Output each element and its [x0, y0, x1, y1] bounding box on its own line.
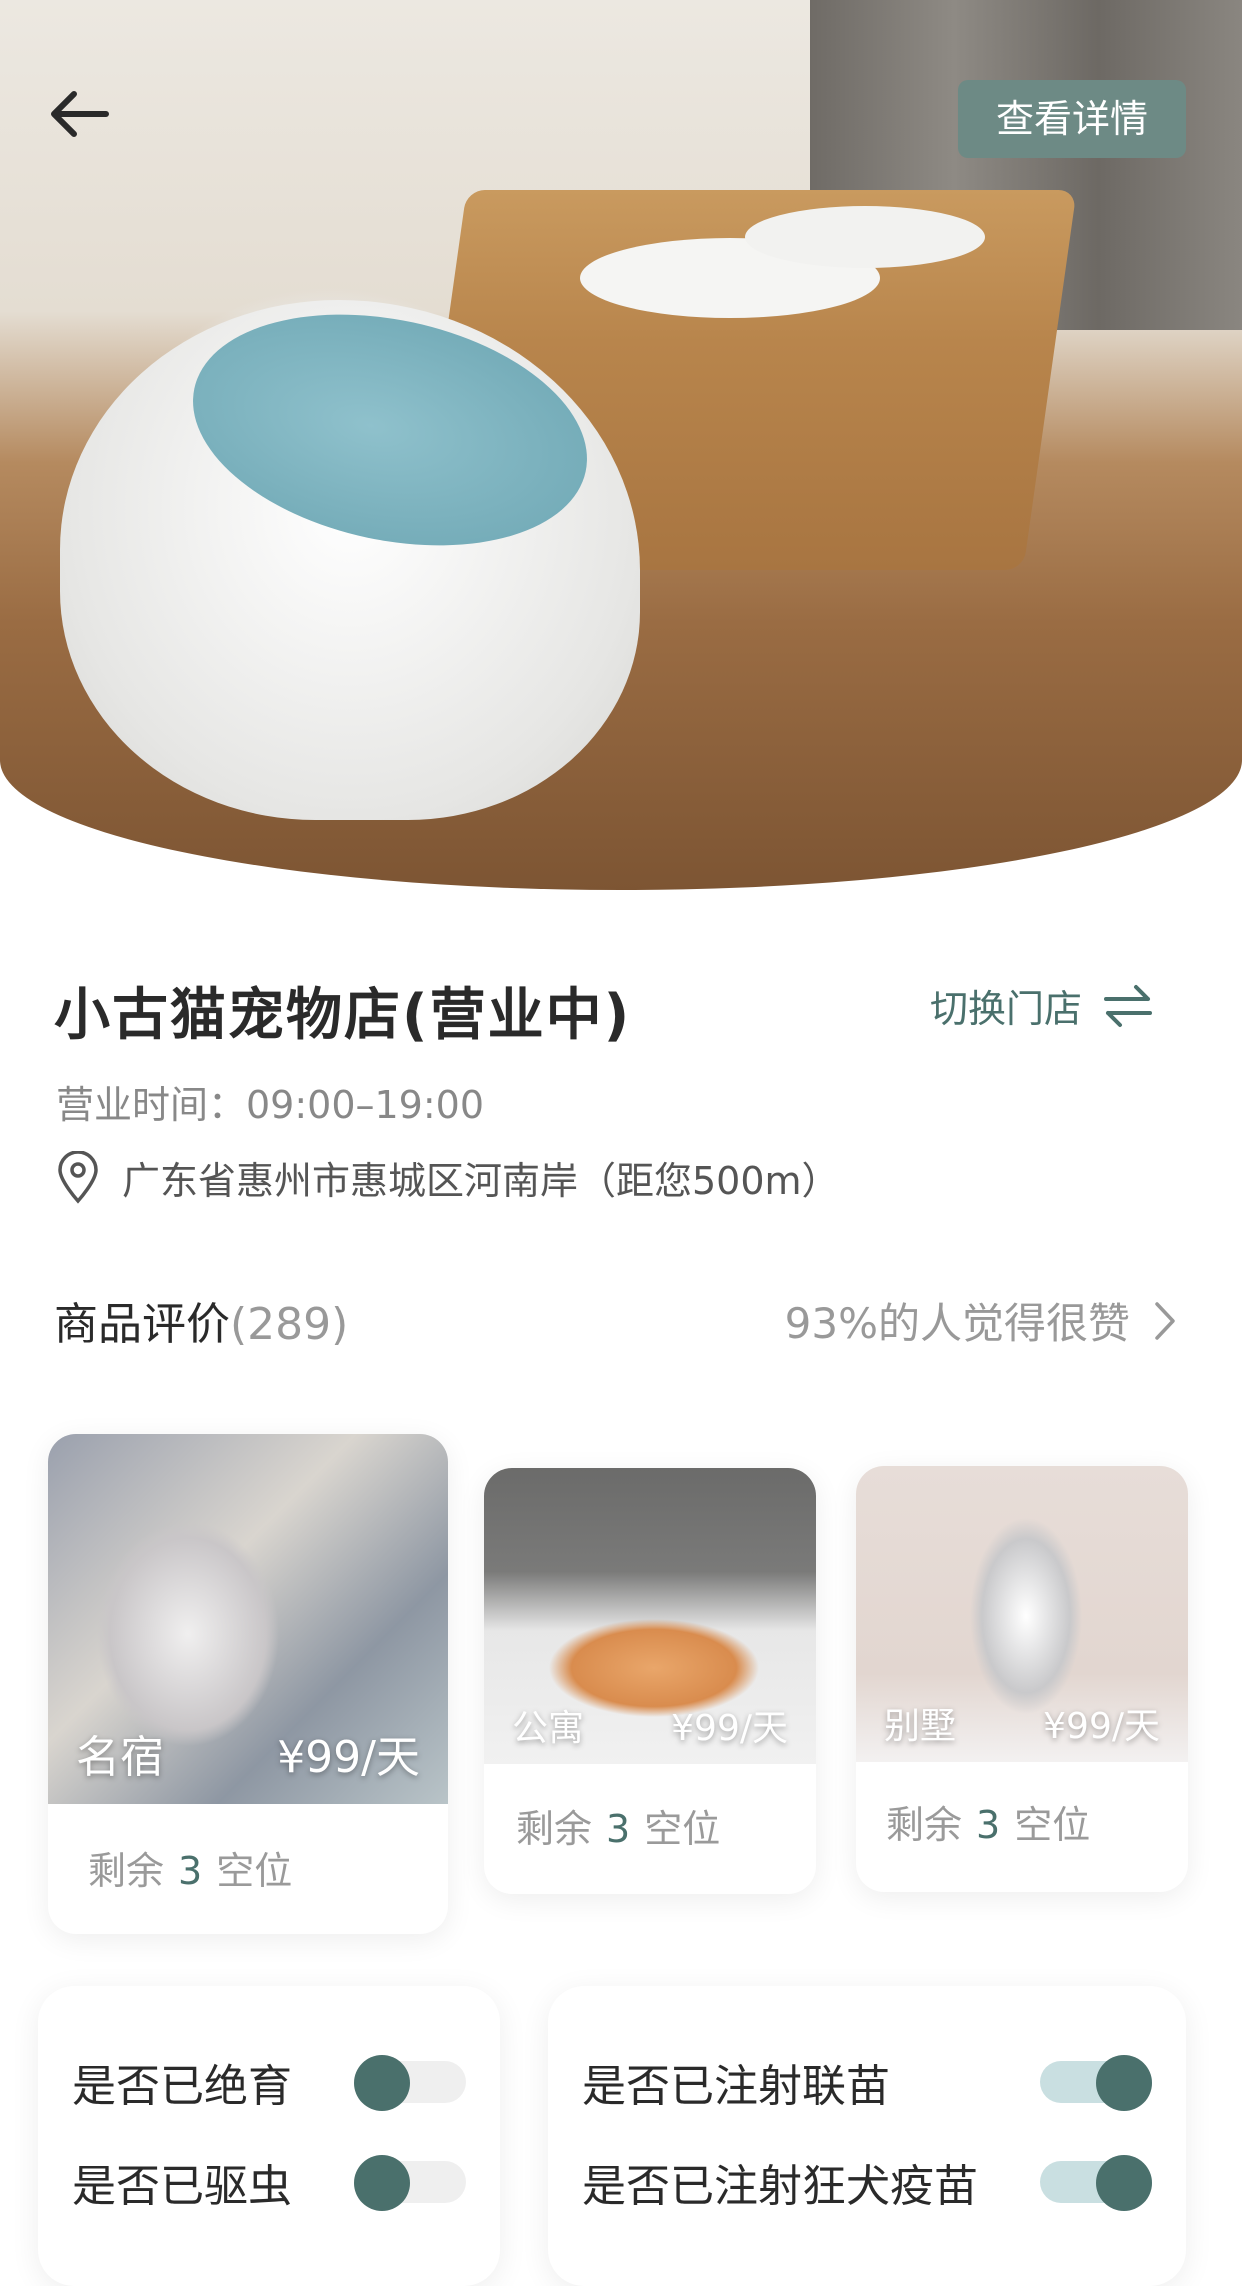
remaining-count: 3: [606, 1807, 631, 1851]
neutered-toggle[interactable]: [354, 2055, 466, 2111]
room-photo: 公寓 ¥99/天: [484, 1468, 816, 1764]
remaining-prefix: 剩余: [886, 1803, 963, 1847]
bowl: [745, 206, 985, 268]
remaining-count: 3: [178, 1849, 203, 1893]
store-name: 小古猫宠物店(营业中): [54, 983, 632, 1048]
room-type: 公寓: [512, 1708, 585, 1749]
toggle-row-neutered[interactable]: 是否已绝育: [72, 2050, 466, 2114]
switch-store-button[interactable]: 切换门店: [930, 978, 1154, 1033]
reviews-count: (289): [230, 1299, 349, 1350]
combo-vaccine-toggle[interactable]: [1040, 2055, 1152, 2111]
toggle-label: 是否已驱虫: [72, 2161, 292, 2212]
location-pin-icon: [58, 1150, 98, 1204]
room-card-apartment[interactable]: 公寓 ¥99/天 剩余 3 空位: [484, 1468, 816, 1894]
room-price: ¥99/天: [671, 1708, 788, 1749]
rabies-vaccine-toggle[interactable]: [1040, 2155, 1152, 2211]
room-card-villa[interactable]: 别墅 ¥99/天 剩余 3 空位: [856, 1466, 1188, 1892]
room-card-homestay[interactable]: 名宿 ¥99/天 剩余 3 空位: [48, 1434, 448, 1934]
room-type: 名宿: [76, 1732, 164, 1783]
room-availability: 剩余 3 空位: [484, 1764, 816, 1887]
room-photo: 别墅 ¥99/天: [856, 1466, 1188, 1762]
business-hours: 营业时间：09:00–19:00: [56, 1083, 485, 1127]
toggle-label: 是否已注射狂犬疫苗: [582, 2161, 978, 2212]
room-label: 别墅 ¥99/天: [856, 1692, 1188, 1762]
reviews-summary-link[interactable]: 93%的人觉得很赞: [785, 1290, 1176, 1351]
swap-icon: [1104, 984, 1153, 1027]
room-price: ¥99/天: [277, 1732, 420, 1783]
pet-status-panel-right: 是否已注射联苗 是否已注射狂犬疫苗: [548, 1986, 1186, 2286]
view-details-button[interactable]: 查看详情: [958, 80, 1186, 158]
room-availability: 剩余 3 空位: [856, 1762, 1188, 1881]
reviews-heading: 商品评价(289): [54, 1288, 348, 1352]
chevron-right-icon: [1155, 1301, 1175, 1340]
remaining-suffix: 空位: [644, 1807, 721, 1851]
toggle-row-dewormed[interactable]: 是否已驱虫: [72, 2150, 466, 2214]
toggle-row-combo-vaccine[interactable]: 是否已注射联苗: [582, 2050, 1152, 2114]
remaining-suffix: 空位: [216, 1849, 293, 1893]
remaining-prefix: 剩余: [516, 1807, 593, 1851]
store-address[interactable]: 广东省惠州市惠城区河南岸（距您500m）: [56, 1150, 840, 1205]
toggle-label: 是否已绝育: [72, 2061, 292, 2112]
room-price: ¥99/天: [1043, 1706, 1160, 1747]
remaining-count: 3: [976, 1803, 1001, 1847]
reviews-label: 商品评价: [54, 1299, 230, 1350]
address-text: 广东省惠州市惠城区河南岸（距您500m）: [122, 1159, 840, 1203]
remaining-prefix: 剩余: [88, 1849, 165, 1893]
pet-status-panel-left: 是否已绝育 是否已驱虫: [38, 1986, 500, 2286]
toggle-row-rabies-vaccine[interactable]: 是否已注射狂犬疫苗: [582, 2150, 1152, 2214]
switch-store-label: 切换门店: [930, 987, 1083, 1031]
arrow-left-icon[interactable]: [44, 82, 116, 146]
dewormed-toggle[interactable]: [354, 2155, 466, 2211]
reviews-summary: 93%的人觉得很赞: [784, 1299, 1130, 1348]
remaining-suffix: 空位: [1014, 1803, 1091, 1847]
room-availability: 剩余 3 空位: [48, 1804, 448, 1931]
room-label: 公寓 ¥99/天: [484, 1694, 816, 1764]
room-photo: 名宿 ¥99/天: [48, 1434, 448, 1804]
room-type: 别墅: [884, 1706, 957, 1747]
toggle-label: 是否已注射联苗: [582, 2061, 890, 2112]
room-label: 名宿 ¥99/天: [48, 1712, 448, 1804]
